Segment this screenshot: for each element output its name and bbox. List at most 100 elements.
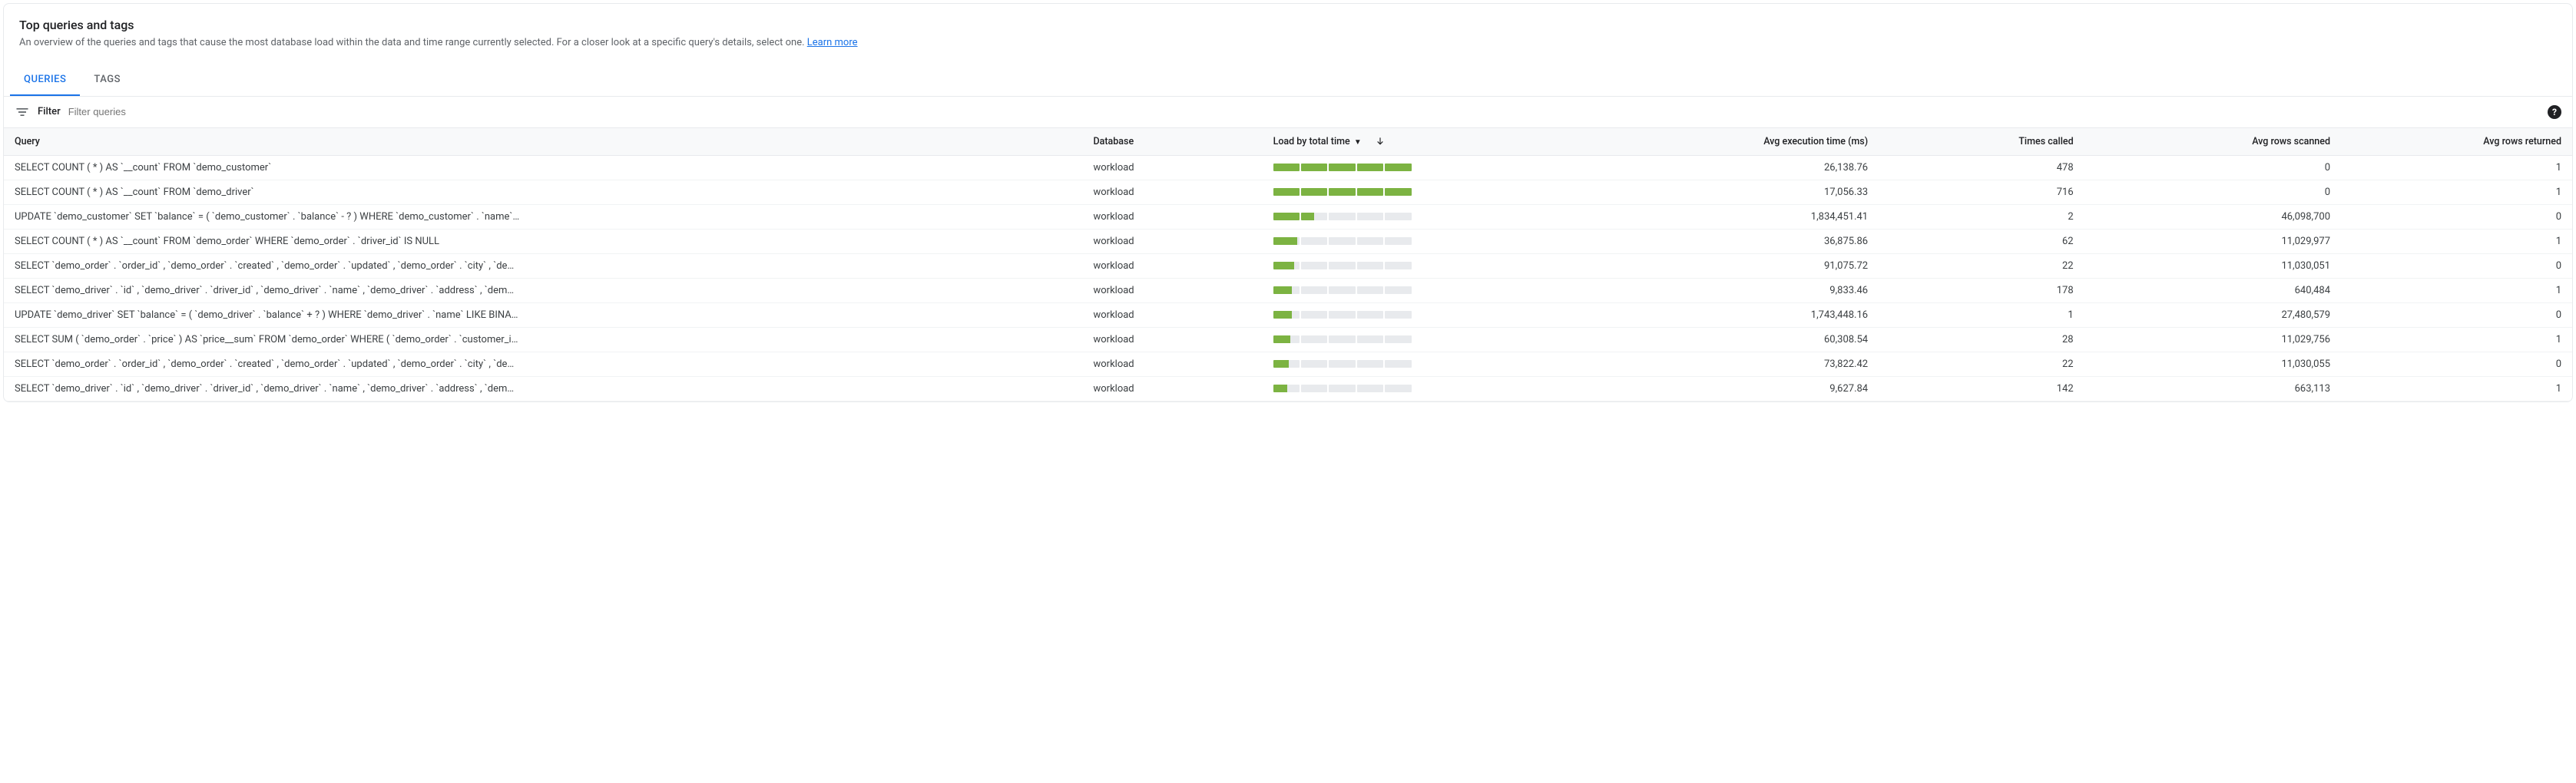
cell-query[interactable]: SELECT `demo_driver` . `id` , `demo_driv…: [4, 376, 1082, 401]
col-header-times[interactable]: Times called: [1879, 127, 2084, 155]
cell-scanned: 11,030,055: [2084, 352, 2341, 376]
tab-queries[interactable]: QUERIES: [10, 64, 80, 96]
table-row[interactable]: SELECT `demo_order` . `order_id` , `demo…: [4, 253, 2572, 278]
cell-query[interactable]: SELECT COUNT ( * ) AS `__count` FROM `de…: [4, 229, 1082, 253]
cell-database: workload: [1082, 327, 1262, 352]
col-header-database[interactable]: Database: [1082, 127, 1262, 155]
cell-query[interactable]: SELECT `demo_order` . `order_id` , `demo…: [4, 352, 1082, 376]
table-row[interactable]: SELECT `demo_driver` . `id` , `demo_driv…: [4, 376, 2572, 401]
help-icon[interactable]: ?: [2548, 105, 2561, 119]
cell-query[interactable]: SELECT `demo_driver` . `id` , `demo_driv…: [4, 278, 1082, 302]
cell-times: 478: [1879, 155, 2084, 180]
cell-load: [1263, 327, 1597, 352]
table-row[interactable]: UPDATE `demo_customer` SET `balance` = (…: [4, 204, 2572, 229]
cell-database: workload: [1082, 204, 1262, 229]
table-body: SELECT COUNT ( * ) AS `__count` FROM `de…: [4, 155, 2572, 401]
cell-times: 142: [1879, 376, 2084, 401]
cell-exec: 9,627.84: [1596, 376, 1879, 401]
tab-tags[interactable]: TAGS: [80, 64, 134, 96]
cell-query[interactable]: UPDATE `demo_driver` SET `balance` = ( `…: [4, 302, 1082, 327]
load-bar: [1273, 311, 1412, 319]
cell-times: 28: [1879, 327, 2084, 352]
cell-database: workload: [1082, 229, 1262, 253]
cell-exec: 36,875.86: [1596, 229, 1879, 253]
learn-more-link[interactable]: Learn more: [807, 37, 858, 48]
cell-scanned: 0: [2084, 180, 2341, 204]
filter-icon: [15, 104, 30, 120]
cell-times: 1: [1879, 302, 2084, 327]
cell-returned: 0: [2341, 253, 2572, 278]
cell-returned: 0: [2341, 204, 2572, 229]
table-row[interactable]: SELECT `demo_driver` . `id` , `demo_driv…: [4, 278, 2572, 302]
col-header-query[interactable]: Query: [4, 127, 1082, 155]
cell-exec: 1,834,451.41: [1596, 204, 1879, 229]
cell-times: 178: [1879, 278, 2084, 302]
cell-times: 22: [1879, 253, 2084, 278]
cell-scanned: 663,113: [2084, 376, 2341, 401]
col-header-load[interactable]: Load by total time ▼: [1263, 127, 1597, 155]
cell-scanned: 11,029,756: [2084, 327, 2341, 352]
cell-returned: 0: [2341, 302, 2572, 327]
cell-scanned: 640,484: [2084, 278, 2341, 302]
cell-returned: 1: [2341, 327, 2572, 352]
cell-times: 716: [1879, 180, 2084, 204]
cell-database: workload: [1082, 352, 1262, 376]
cell-scanned: 11,029,977: [2084, 229, 2341, 253]
load-bar: [1273, 213, 1412, 220]
table-row[interactable]: UPDATE `demo_driver` SET `balance` = ( `…: [4, 302, 2572, 327]
sort-arrow-down-icon: [1375, 136, 1386, 147]
cell-load: [1263, 180, 1597, 204]
load-bar: [1273, 286, 1412, 294]
col-header-scanned[interactable]: Avg rows scanned: [2084, 127, 2341, 155]
cell-scanned: 0: [2084, 155, 2341, 180]
col-header-returned[interactable]: Avg rows returned: [2341, 127, 2572, 155]
load-bar: [1273, 262, 1412, 269]
cell-returned: 1: [2341, 376, 2572, 401]
table-row[interactable]: SELECT COUNT ( * ) AS `__count` FROM `de…: [4, 180, 2572, 204]
tabs: QUERIES TAGS: [4, 64, 2572, 97]
cell-query[interactable]: SELECT COUNT ( * ) AS `__count` FROM `de…: [4, 180, 1082, 204]
table-row[interactable]: SELECT SUM ( `demo_order` . `price` ) AS…: [4, 327, 2572, 352]
cell-load: [1263, 352, 1597, 376]
cell-returned: 0: [2341, 352, 2572, 376]
sort-caret-icon: ▼: [1354, 138, 1362, 147]
cell-query[interactable]: UPDATE `demo_customer` SET `balance` = (…: [4, 204, 1082, 229]
cell-exec: 1,743,448.16: [1596, 302, 1879, 327]
cell-times: 62: [1879, 229, 2084, 253]
cell-returned: 1: [2341, 229, 2572, 253]
cell-returned: 1: [2341, 278, 2572, 302]
col-header-exec[interactable]: Avg execution time (ms): [1596, 127, 1879, 155]
cell-exec: 73,822.42: [1596, 352, 1879, 376]
card-subtitle: An overview of the queries and tags that…: [19, 35, 2557, 51]
filter-bar: Filter ?: [4, 97, 2572, 127]
cell-exec: 91,075.72: [1596, 253, 1879, 278]
load-bar: [1273, 360, 1412, 368]
table-row[interactable]: SELECT COUNT ( * ) AS `__count` FROM `de…: [4, 229, 2572, 253]
cell-load: [1263, 204, 1597, 229]
card-title: Top queries and tags: [19, 18, 2557, 32]
table-header-row: Query Database Load by total time ▼ Avg …: [4, 127, 2572, 155]
cell-query[interactable]: SELECT `demo_order` . `order_id` , `demo…: [4, 253, 1082, 278]
load-bar: [1273, 188, 1412, 196]
cell-query[interactable]: SELECT COUNT ( * ) AS `__count` FROM `de…: [4, 155, 1082, 180]
cell-exec: 26,138.76: [1596, 155, 1879, 180]
cell-scanned: 11,030,051: [2084, 253, 2341, 278]
cell-exec: 17,056.33: [1596, 180, 1879, 204]
table-row[interactable]: SELECT `demo_order` . `order_id` , `demo…: [4, 352, 2572, 376]
cell-exec: 60,308.54: [1596, 327, 1879, 352]
cell-times: 22: [1879, 352, 2084, 376]
table-row[interactable]: SELECT COUNT ( * ) AS `__count` FROM `de…: [4, 155, 2572, 180]
cell-database: workload: [1082, 302, 1262, 327]
load-bar: [1273, 237, 1412, 245]
cell-scanned: 27,480,579: [2084, 302, 2341, 327]
cell-returned: 1: [2341, 155, 2572, 180]
cell-database: workload: [1082, 376, 1262, 401]
queries-table: Query Database Load by total time ▼ Avg …: [4, 127, 2572, 401]
filter-input[interactable]: [68, 106, 2540, 117]
cell-scanned: 46,098,700: [2084, 204, 2341, 229]
cell-database: workload: [1082, 180, 1262, 204]
col-header-load-label: Load by total time: [1273, 136, 1350, 147]
cell-database: workload: [1082, 278, 1262, 302]
cell-exec: 9,833.46: [1596, 278, 1879, 302]
cell-query[interactable]: SELECT SUM ( `demo_order` . `price` ) AS…: [4, 327, 1082, 352]
